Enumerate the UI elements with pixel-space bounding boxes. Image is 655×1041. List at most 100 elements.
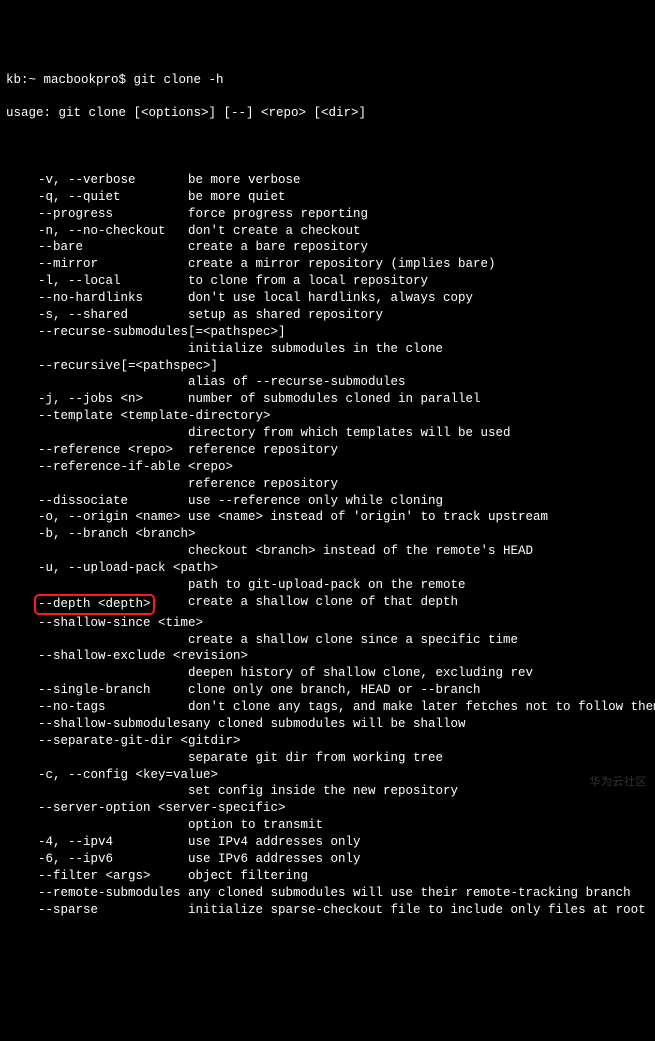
- option-row: -l, --localto clone from a local reposit…: [6, 273, 649, 290]
- option-row: --barecreate a bare repository: [6, 239, 649, 256]
- option-flag: --sparse: [6, 902, 188, 919]
- option-flag: --filter <args>: [6, 868, 188, 885]
- option-flag: --shallow-since <time>: [6, 615, 203, 632]
- option-flag: --mirror: [6, 256, 188, 273]
- option-row: --shallow-submodulesany cloned submodule…: [6, 716, 649, 733]
- option-flag: --reference <repo>: [6, 442, 188, 459]
- option-desc: create a shallow clone since a specific …: [188, 632, 649, 649]
- option-desc: setup as shared repository: [188, 307, 649, 324]
- option-flag: --reference-if-able <repo>: [6, 459, 233, 476]
- option-row: separate git dir from working tree: [6, 750, 649, 767]
- command-text: git clone -h: [134, 72, 224, 89]
- option-row: --shallow-exclude <revision>: [6, 648, 649, 665]
- option-row: create a shallow clone since a specific …: [6, 632, 649, 649]
- option-flag: [6, 750, 188, 767]
- usage-line: usage: git clone [<options>] [--] <repo>…: [6, 105, 649, 122]
- prompt-line: kb:~ macbookpro$ git clone -h: [6, 72, 649, 89]
- option-flag: [6, 543, 188, 560]
- option-desc: reference repository: [188, 442, 649, 459]
- option-desc: to clone from a local repository: [188, 273, 649, 290]
- option-flag: [6, 577, 188, 594]
- option-flag: [6, 665, 188, 682]
- options-block: -v, --verbosebe more verbose-q, --quietb…: [6, 172, 649, 919]
- option-flag: -u, --upload-pack <path>: [6, 560, 218, 577]
- option-flag: -b, --branch <branch>: [6, 526, 196, 543]
- option-flag: --no-hardlinks: [6, 290, 188, 307]
- option-desc: create a shallow clone of that depth: [188, 594, 649, 615]
- watermark: 华为云社区: [590, 775, 648, 790]
- option-flag: --dissociate: [6, 493, 188, 510]
- option-flag: --bare: [6, 239, 188, 256]
- option-row: -b, --branch <branch>: [6, 526, 649, 543]
- option-desc: any cloned submodules will use their rem…: [188, 885, 649, 902]
- option-row: checkout <branch> instead of the remote'…: [6, 543, 649, 560]
- option-desc: path to git-upload-pack on the remote: [188, 577, 649, 594]
- option-flag: --remote-submodules: [6, 885, 188, 902]
- option-desc: any cloned submodules will be shallow: [188, 716, 649, 733]
- option-row: option to transmit: [6, 817, 649, 834]
- option-flag: --recurse-submodules[=<pathspec>]: [6, 324, 286, 341]
- option-row: -c, --config <key=value>: [6, 767, 649, 784]
- option-row: --single-branchclone only one branch, HE…: [6, 682, 649, 699]
- option-flag: --separate-git-dir <gitdir>: [6, 733, 241, 750]
- option-flag: [6, 341, 188, 358]
- option-flag: --template <template-directory>: [6, 408, 271, 425]
- option-desc: don't clone any tags, and make later fet…: [188, 699, 655, 716]
- option-row: --filter <args>object filtering: [6, 868, 649, 885]
- option-row: -n, --no-checkoutdon't create a checkout: [6, 223, 649, 240]
- option-row: --sparseinitialize sparse-checkout file …: [6, 902, 649, 919]
- option-row: --reference-if-able <repo>: [6, 459, 649, 476]
- option-row: -6, --ipv6use IPv6 addresses only: [6, 851, 649, 868]
- option-desc: initialize submodules in the clone: [188, 341, 649, 358]
- option-desc: use IPv4 addresses only: [188, 834, 649, 851]
- option-flag: -q, --quiet: [6, 189, 188, 206]
- option-flag: -c, --config <key=value>: [6, 767, 218, 784]
- option-flag: [6, 632, 188, 649]
- option-row: --recurse-submodules[=<pathspec>]: [6, 324, 649, 341]
- option-desc: initialize sparse-checkout file to inclu…: [188, 902, 649, 919]
- option-row: --dissociateuse --reference only while c…: [6, 493, 649, 510]
- option-desc: directory from which templates will be u…: [188, 425, 649, 442]
- option-flag: [6, 374, 188, 391]
- option-row: --template <template-directory>: [6, 408, 649, 425]
- option-row: --mirrorcreate a mirror repository (impl…: [6, 256, 649, 273]
- option-desc: create a mirror repository (implies bare…: [188, 256, 649, 273]
- option-flag: -6, --ipv6: [6, 851, 188, 868]
- option-desc: don't use local hardlinks, always copy: [188, 290, 649, 307]
- option-desc: separate git dir from working tree: [188, 750, 649, 767]
- option-desc: number of submodules cloned in parallel: [188, 391, 649, 408]
- option-row: --separate-git-dir <gitdir>: [6, 733, 649, 750]
- option-flag: -o, --origin <name>: [6, 509, 188, 526]
- option-row: --no-hardlinksdon't use local hardlinks,…: [6, 290, 649, 307]
- option-row: -v, --verbosebe more verbose: [6, 172, 649, 189]
- option-row: --progressforce progress reporting: [6, 206, 649, 223]
- option-flag: -s, --shared: [6, 307, 188, 324]
- option-desc: alias of --recurse-submodules: [188, 374, 649, 391]
- option-desc: don't create a checkout: [188, 223, 649, 240]
- option-desc: create a bare repository: [188, 239, 649, 256]
- option-flag: --shallow-submodules: [6, 716, 188, 733]
- option-row: --remote-submodulesany cloned submodules…: [6, 885, 649, 902]
- option-row: --depth <depth>create a shallow clone of…: [6, 594, 649, 615]
- option-flag: -l, --local: [6, 273, 188, 290]
- option-row: --no-tagsdon't clone any tags, and make …: [6, 699, 649, 716]
- option-row: alias of --recurse-submodules: [6, 374, 649, 391]
- option-flag: -v, --verbose: [6, 172, 188, 189]
- option-row: --server-option <server-specific>: [6, 800, 649, 817]
- option-desc: force progress reporting: [188, 206, 649, 223]
- option-flag: --shallow-exclude <revision>: [6, 648, 248, 665]
- option-flag: --depth <depth>: [6, 594, 188, 615]
- option-row: initialize submodules in the clone: [6, 341, 649, 358]
- option-row: reference repository: [6, 476, 649, 493]
- option-flag: --recursive[=<pathspec>]: [6, 358, 218, 375]
- option-row: --reference <repo>reference repository: [6, 442, 649, 459]
- option-flag: [6, 476, 188, 493]
- option-desc: object filtering: [188, 868, 649, 885]
- option-desc: deepen history of shallow clone, excludi…: [188, 665, 649, 682]
- option-flag: [6, 425, 188, 442]
- option-flag: -j, --jobs <n>: [6, 391, 188, 408]
- option-row: path to git-upload-pack on the remote: [6, 577, 649, 594]
- option-desc: use --reference only while cloning: [188, 493, 649, 510]
- option-row: -o, --origin <name>use <name> instead of…: [6, 509, 649, 526]
- option-flag: [6, 817, 188, 834]
